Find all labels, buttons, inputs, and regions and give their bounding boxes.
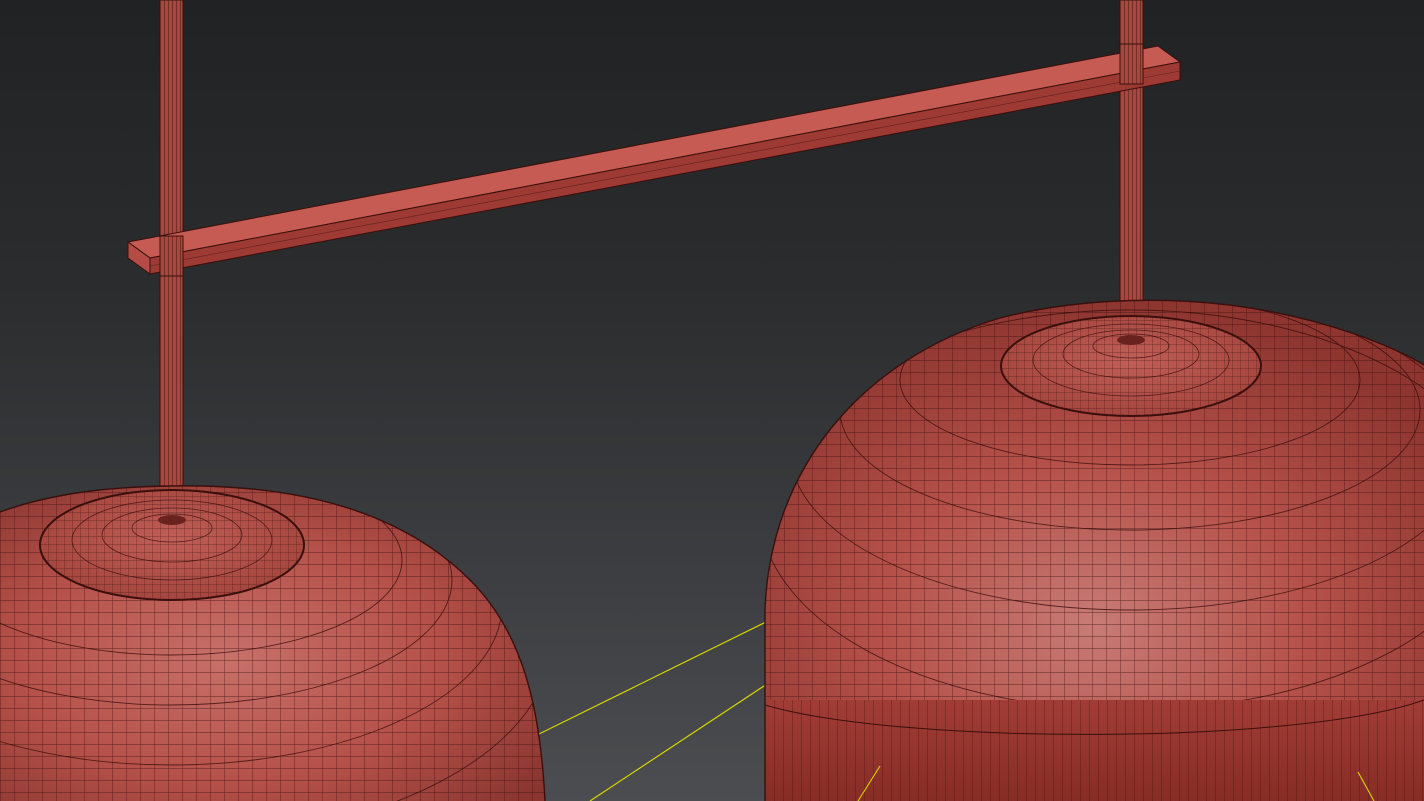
left-pendant-lamp[interactable] <box>0 440 560 801</box>
right-pendant-lamp[interactable] <box>760 290 1424 801</box>
viewport-scene[interactable] <box>0 0 1424 801</box>
right-lamp-cap <box>1000 315 1262 417</box>
horizontal-bar[interactable] <box>126 43 1182 277</box>
3d-viewport[interactable] <box>0 0 1424 801</box>
helper-lines <box>534 619 771 801</box>
left-lamp-cap <box>39 489 305 601</box>
